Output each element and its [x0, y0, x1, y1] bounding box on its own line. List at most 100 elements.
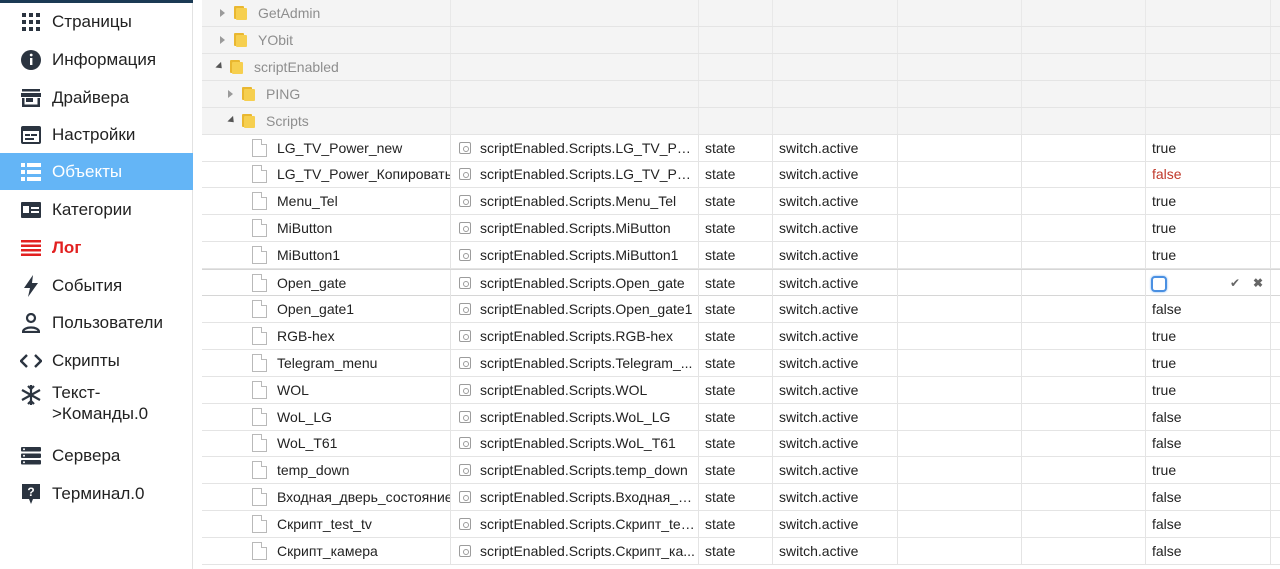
table-cell [898, 511, 1022, 538]
object-type: state [705, 220, 736, 237]
table-row[interactable]: Telegram_menu scriptEnabled.Scripts.Teleg… [202, 349, 1280, 377]
value-cell[interactable]: true [1146, 188, 1271, 215]
table-cell [1271, 350, 1280, 376]
table-cell [898, 430, 1022, 457]
table-row[interactable]: temp_down scriptEnabled.Scripts.temp_down… [202, 457, 1280, 485]
table-cell [898, 376, 1022, 403]
id-cell: scriptEnabled.Scripts.RGB-hex [451, 322, 699, 349]
table-row[interactable]: LG_TV_Power_Копировать scriptEnabled.Scri… [202, 161, 1280, 189]
object-id-icon [459, 141, 471, 154]
object-value: false [1152, 435, 1182, 452]
folder-row[interactable]: GetAdmin [202, 0, 1280, 27]
value-cell[interactable]: false [1146, 538, 1271, 564]
object-id: scriptEnabled.Scripts.LG_TV_Pow... [480, 166, 695, 183]
type-cell: state [699, 270, 773, 296]
sidebar-item-lightning[interactable]: События [0, 267, 193, 304]
sidebar-item-code[interactable]: Скрипты [0, 342, 193, 379]
table-row[interactable]: Скрипт_test_tv scriptEnabled.Scripts.Скри… [202, 511, 1280, 539]
table-row[interactable]: Open_gate scriptEnabled.Scripts.Open_gate… [202, 269, 1280, 296]
object-value: false [1152, 543, 1182, 559]
value-cell[interactable]: false [1146, 484, 1271, 511]
cancel-x-icon[interactable]: ✖ [1253, 270, 1263, 297]
sidebar-item-info[interactable]: Информация [0, 41, 193, 78]
sidebar-item-snowflake[interactable]: Текст- >Команды.0 [0, 380, 193, 430]
table-cell [1022, 134, 1146, 161]
sidebar-item-log[interactable]: Лог [0, 229, 193, 266]
table-row[interactable]: WoL_T61 scriptEnabled.Scripts.WoL_T61 stat… [202, 430, 1280, 458]
table-cell [1022, 215, 1146, 242]
value-cell[interactable]: false [1146, 295, 1271, 322]
type-cell: state [699, 322, 773, 349]
table-cell [1271, 161, 1280, 187]
id-cell: scriptEnabled.Scripts.WoL_LG [451, 403, 699, 430]
table-row[interactable]: Open_gate1 scriptEnabled.Scripts.Open_gat… [202, 295, 1280, 323]
value-cell[interactable]: true [1146, 457, 1271, 484]
value-cell[interactable]: true [1146, 322, 1271, 349]
sidebar-item-label: Скрипты [52, 350, 120, 370]
sidebar-item-label: Пользователи [52, 312, 163, 332]
folder-row[interactable]: YObit [202, 26, 1280, 54]
table-row[interactable]: WoL_LG scriptEnabled.Scripts.WoL_LG state s… [202, 403, 1280, 431]
object-name: LG_TV_Power_new [277, 139, 403, 156]
sidebar-item-user[interactable]: Пользователи [0, 304, 193, 341]
table-cell [773, 80, 898, 107]
table-row[interactable]: MiButton scriptEnabled.Scripts.MiButton st… [202, 215, 1280, 243]
object-role: switch.active [779, 139, 859, 156]
object-type: state [705, 139, 736, 156]
value-cell[interactable]: false [1146, 161, 1271, 188]
table-row[interactable]: Скрипт_камера scriptEnabled.Scripts.Скрип… [202, 538, 1280, 565]
expand-down-icon[interactable] [227, 115, 237, 125]
sidebar-item-settings-panel[interactable]: Настройки [0, 116, 193, 153]
table-row[interactable]: MiButton1 scriptEnabled.Scripts.MiButton1… [202, 242, 1280, 270]
id-cell: scriptEnabled.Scripts.LG_TV_Pow... [451, 134, 699, 161]
sidebar-item-label: Объекты [52, 161, 123, 181]
value-cell[interactable]: true [1146, 215, 1271, 242]
table-cell [773, 107, 898, 134]
role-cell: switch.active [773, 242, 898, 269]
object-id: scriptEnabled.Scripts.WOL [480, 381, 648, 398]
expand-right-icon[interactable] [220, 9, 225, 17]
name-cell: MiButton [202, 215, 451, 242]
table-row[interactable]: Входная_дверь_состояние scriptEnabled.Scr… [202, 484, 1280, 512]
app-root: Страницы Информация Драйвера Настройки Объек… [0, 0, 1280, 569]
table-cell [773, 0, 898, 26]
sidebar-item-list[interactable]: Объекты [0, 153, 193, 190]
sidebar-item-store[interactable]: Драйвера [0, 79, 193, 116]
object-name: RGB-hex [277, 327, 335, 344]
table-row[interactable]: LG_TV_Power_new scriptEnabled.Scripts.LG_… [202, 134, 1280, 162]
role-cell: switch.active [773, 349, 898, 376]
folder-row[interactable]: Scripts [202, 107, 1280, 135]
folder-row[interactable]: scriptEnabled [202, 53, 1280, 81]
sidebar-item-category[interactable]: Категории [0, 191, 193, 228]
folder-row[interactable]: PING [202, 80, 1280, 108]
role-cell: switch.active [773, 295, 898, 322]
expand-down-icon[interactable] [215, 61, 225, 71]
table-row[interactable]: RGB-hex scriptEnabled.Scripts.RGB-hex stat… [202, 322, 1280, 350]
value-cell[interactable]: false [1146, 403, 1271, 430]
expand-right-icon[interactable] [220, 35, 225, 44]
confirm-check-icon[interactable]: ✔ [1230, 270, 1240, 297]
value-cell[interactable]: true [1146, 134, 1271, 161]
sidebar-item-servers[interactable]: Сервера [0, 437, 193, 474]
value-cell[interactable]: true [1146, 349, 1271, 376]
table-cell [1271, 511, 1280, 537]
value-cell[interactable]: false [1146, 511, 1271, 538]
value-cell[interactable]: true [1146, 242, 1271, 269]
state-file-icon [252, 353, 267, 372]
value-cell[interactable]: true [1146, 376, 1271, 403]
table-cell [1022, 484, 1146, 511]
svg-text:?: ? [27, 485, 34, 499]
table-cell [898, 403, 1022, 430]
name-cell: LG_TV_Power_Копировать [202, 161, 451, 188]
table-row[interactable]: Menu_Tel scriptEnabled.Scripts.Menu_Tel st… [202, 188, 1280, 216]
sidebar-item-apps-grid[interactable]: Страницы [0, 3, 193, 40]
value-checkbox[interactable] [1151, 276, 1167, 292]
value-cell[interactable]: false [1146, 430, 1271, 457]
type-cell: state [699, 484, 773, 511]
expand-right-icon[interactable] [228, 89, 233, 98]
sidebar-item-help[interactable]: ? Терминал.0 [0, 475, 193, 512]
table-row[interactable]: WOL scriptEnabled.Scripts.WOL state switch.… [202, 376, 1280, 404]
role-cell: switch.active [773, 457, 898, 484]
settings-panel-icon [20, 124, 42, 146]
id-cell: scriptEnabled.Scripts.MiButton1 [451, 242, 699, 269]
